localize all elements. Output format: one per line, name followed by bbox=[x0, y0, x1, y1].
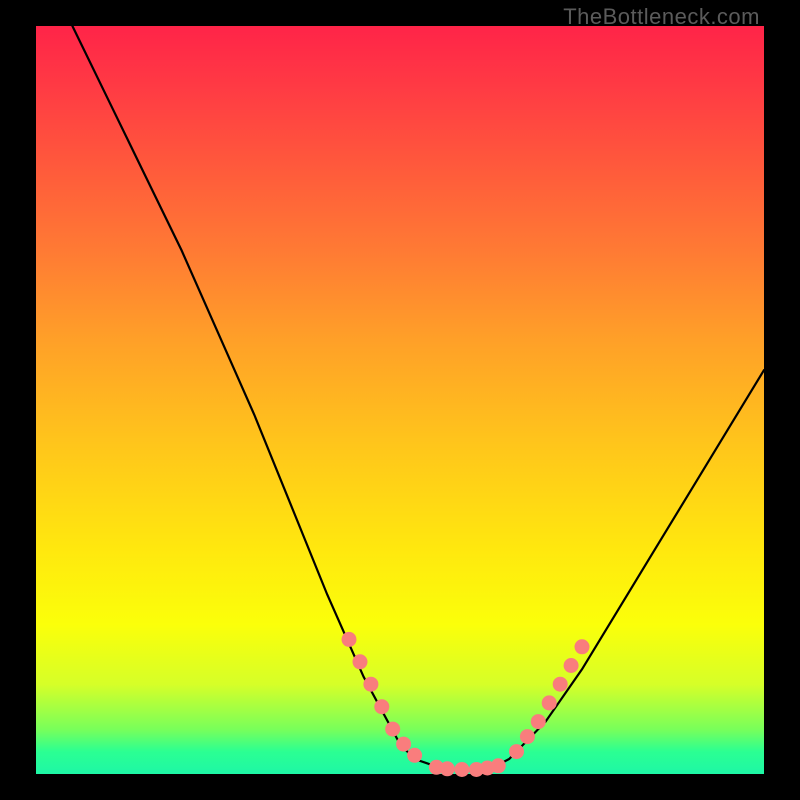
right-dots-point bbox=[542, 695, 557, 710]
bottom-dots-point bbox=[491, 758, 506, 773]
right-dots-point bbox=[531, 714, 546, 729]
left-dots-point bbox=[396, 737, 411, 752]
left-dots-point bbox=[385, 722, 400, 737]
right-dots-point bbox=[509, 744, 524, 759]
right-dots-point bbox=[564, 658, 579, 673]
bottom-dots-point bbox=[454, 762, 469, 777]
curve-layer bbox=[72, 26, 764, 770]
right-dots-point bbox=[553, 677, 568, 692]
chart-svg bbox=[0, 0, 800, 800]
left-dots-point bbox=[374, 699, 389, 714]
bottom-dots-point bbox=[440, 761, 455, 776]
left-dots-point bbox=[407, 748, 422, 763]
right-dots-point bbox=[520, 729, 535, 744]
bottleneck-curve bbox=[72, 26, 764, 770]
marker-layer bbox=[342, 632, 590, 777]
left-dots-point bbox=[342, 632, 357, 647]
right-dots-point bbox=[575, 639, 590, 654]
left-dots-point bbox=[353, 654, 368, 669]
left-dots-point bbox=[363, 677, 378, 692]
